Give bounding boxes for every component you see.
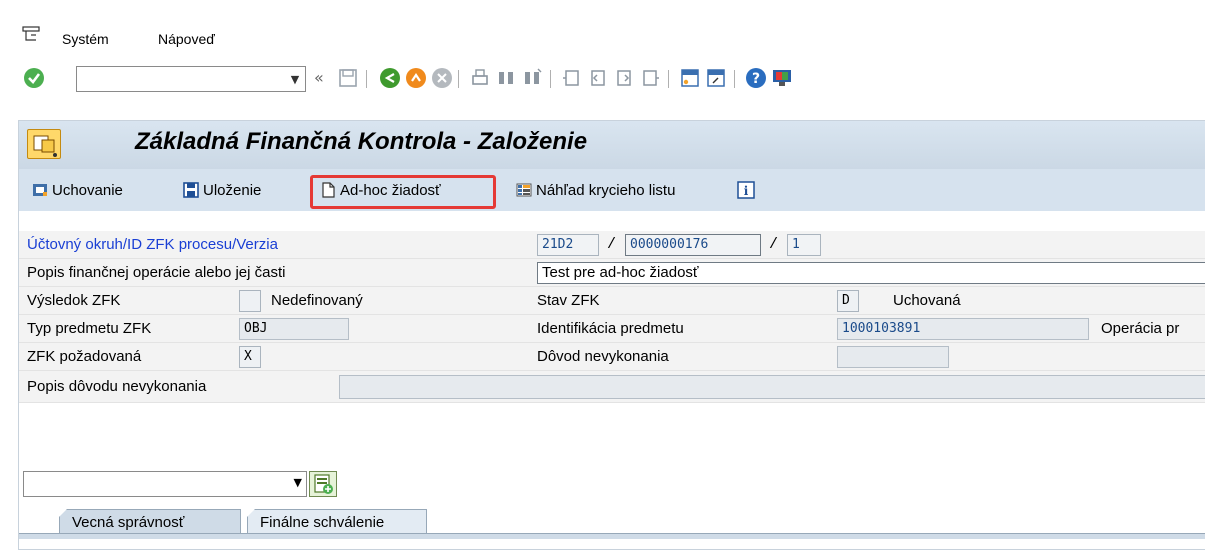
chevron-down-icon[interactable]: ▼: [294, 476, 302, 489]
form-row-result: Výsledok ZFK Nedefinovaný Stav ZFK D Uch…: [19, 287, 1205, 315]
tab-strip: Vecná správnosť Finálne schválenie: [59, 505, 479, 535]
reason-desc-field[interactable]: [339, 375, 1205, 399]
menu-icon[interactable]: [22, 26, 40, 42]
cover-preview-button[interactable]: Náhľad krycieho listu: [515, 178, 675, 202]
command-field[interactable]: ▼: [76, 66, 306, 92]
exit-orange-icon[interactable]: [404, 66, 428, 90]
add-entry-button[interactable]: [309, 471, 337, 497]
back-green-icon[interactable]: [378, 66, 402, 90]
transaction-icon[interactable]: [27, 129, 61, 159]
slash-separator: /: [607, 236, 617, 253]
find-icon[interactable]: [494, 66, 518, 90]
tab-label: Finálne schválenie: [260, 514, 385, 531]
toolbar-separator: [550, 70, 551, 88]
subject-field[interactable]: 1000103891: [837, 318, 1089, 340]
description-field[interactable]: Test pre ad-hoc žiadosť: [537, 262, 1205, 284]
result-label: Výsledok ZFK: [27, 292, 121, 309]
type-label: Typ predmetu ZFK: [27, 320, 152, 337]
last-page-icon[interactable]: [638, 66, 662, 90]
toolbar-separator: [458, 70, 459, 88]
application-toolbar: Uchovanie Uloženie Ad-hoc žiadosť Náhľad…: [19, 169, 1205, 211]
main-screen: Základná Finančná Kontrola - Založenie U…: [18, 120, 1205, 550]
first-page-icon[interactable]: [560, 66, 584, 90]
save-icon: [183, 182, 199, 198]
toolbar-separator: [668, 70, 669, 88]
description-label: Popis finančnej operácie alebo jej časti: [27, 264, 286, 281]
reason-desc-label: Popis dôvodu nevykonania: [27, 378, 207, 395]
form-row-process: Účtovný okruh/ID ZFK procesu/Verzia 21D2…: [19, 231, 1205, 259]
help-icon[interactable]: ?: [744, 66, 768, 90]
reason-label: Dôvod nevykonania: [537, 348, 669, 365]
cover-preview-label: Náhľad krycieho listu: [536, 181, 676, 199]
type-field[interactable]: OBJ: [239, 318, 349, 340]
process-id-field[interactable]: 0000000176: [625, 234, 761, 256]
tab-vecna-spravnost[interactable]: Vecná správnosť: [59, 509, 241, 535]
form-row-required: ZFK požadovaná X Dôvod nevykonania: [19, 343, 1205, 371]
required-field[interactable]: X: [239, 346, 261, 368]
company-code-field[interactable]: 21D2: [537, 234, 599, 256]
prev-page-icon[interactable]: [586, 66, 610, 90]
menu-bar: Systém Nápoveď: [0, 0, 1205, 60]
slash-separator: /: [769, 236, 779, 253]
reason-field[interactable]: [837, 346, 949, 368]
print-icon[interactable]: [468, 66, 492, 90]
highlight-box: [310, 175, 496, 209]
variant-dropdown[interactable]: ▼: [23, 471, 307, 497]
customize-icon[interactable]: [770, 66, 794, 90]
chevron-down-icon[interactable]: ▼: [285, 67, 305, 91]
svg-text:?: ?: [752, 71, 760, 87]
version-field[interactable]: 1: [787, 234, 821, 256]
save-button[interactable]: Uloženie: [182, 178, 261, 202]
form-row-description: Popis finančnej operácie alebo jej časti…: [19, 259, 1205, 287]
menu-help[interactable]: Nápoveď: [158, 31, 215, 47]
status-code-field[interactable]: D: [837, 290, 859, 312]
tab-content-border: [19, 533, 1205, 539]
toolbar-separator: [366, 70, 367, 88]
toolbar-separator: [734, 70, 735, 88]
save-icon[interactable]: [336, 66, 360, 90]
variant-selector: ▼: [19, 471, 337, 499]
subject-label: Identifikácia predmetu: [537, 320, 684, 337]
preview-icon: [516, 183, 532, 197]
title-bar: Základná Finančná Kontrola - Založenie: [19, 121, 1205, 169]
add-entry-icon: [314, 474, 333, 494]
tab-finalne-schvalenie[interactable]: Finálne schválenie: [247, 509, 427, 535]
form-row-type: Typ predmetu ZFK OBJ Identifikácia predm…: [19, 315, 1205, 343]
required-label: ZFK požadovaná: [27, 348, 142, 365]
status-text: Uchovaná: [893, 292, 961, 309]
tab-label: Vecná správnosť: [72, 514, 185, 531]
shortcut-icon[interactable]: [704, 66, 728, 90]
operation-label: Operácia pr: [1101, 320, 1180, 337]
cancel-grey-icon[interactable]: [430, 66, 454, 90]
form-row-reason-desc: Popis dôvodu nevykonania: [19, 371, 1205, 403]
save-label: Uloženie: [203, 181, 262, 199]
check-icon[interactable]: [22, 66, 46, 90]
back-double-icon[interactable]: «: [314, 68, 338, 92]
hold-label: Uchovanie: [52, 181, 123, 199]
standard-toolbar: ▼ « ?: [0, 66, 1205, 104]
result-text: Nedefinovaný: [271, 292, 363, 309]
info-icon: i: [737, 181, 755, 199]
hold-button[interactable]: Uchovanie: [31, 178, 123, 202]
svg-text:i: i: [744, 184, 749, 198]
find-next-icon[interactable]: [520, 66, 544, 90]
process-label[interactable]: Účtovný okruh/ID ZFK procesu/Verzia: [27, 236, 278, 253]
status-label: Stav ZFK: [537, 292, 600, 309]
next-page-icon[interactable]: [612, 66, 636, 90]
page-title: Základná Finančná Kontrola - Založenie: [135, 128, 588, 155]
new-session-icon[interactable]: [678, 66, 702, 90]
hold-icon: [33, 184, 47, 196]
menu-system[interactable]: Systém: [62, 31, 109, 47]
result-code-field[interactable]: [239, 290, 261, 312]
info-button[interactable]: i: [737, 178, 758, 202]
